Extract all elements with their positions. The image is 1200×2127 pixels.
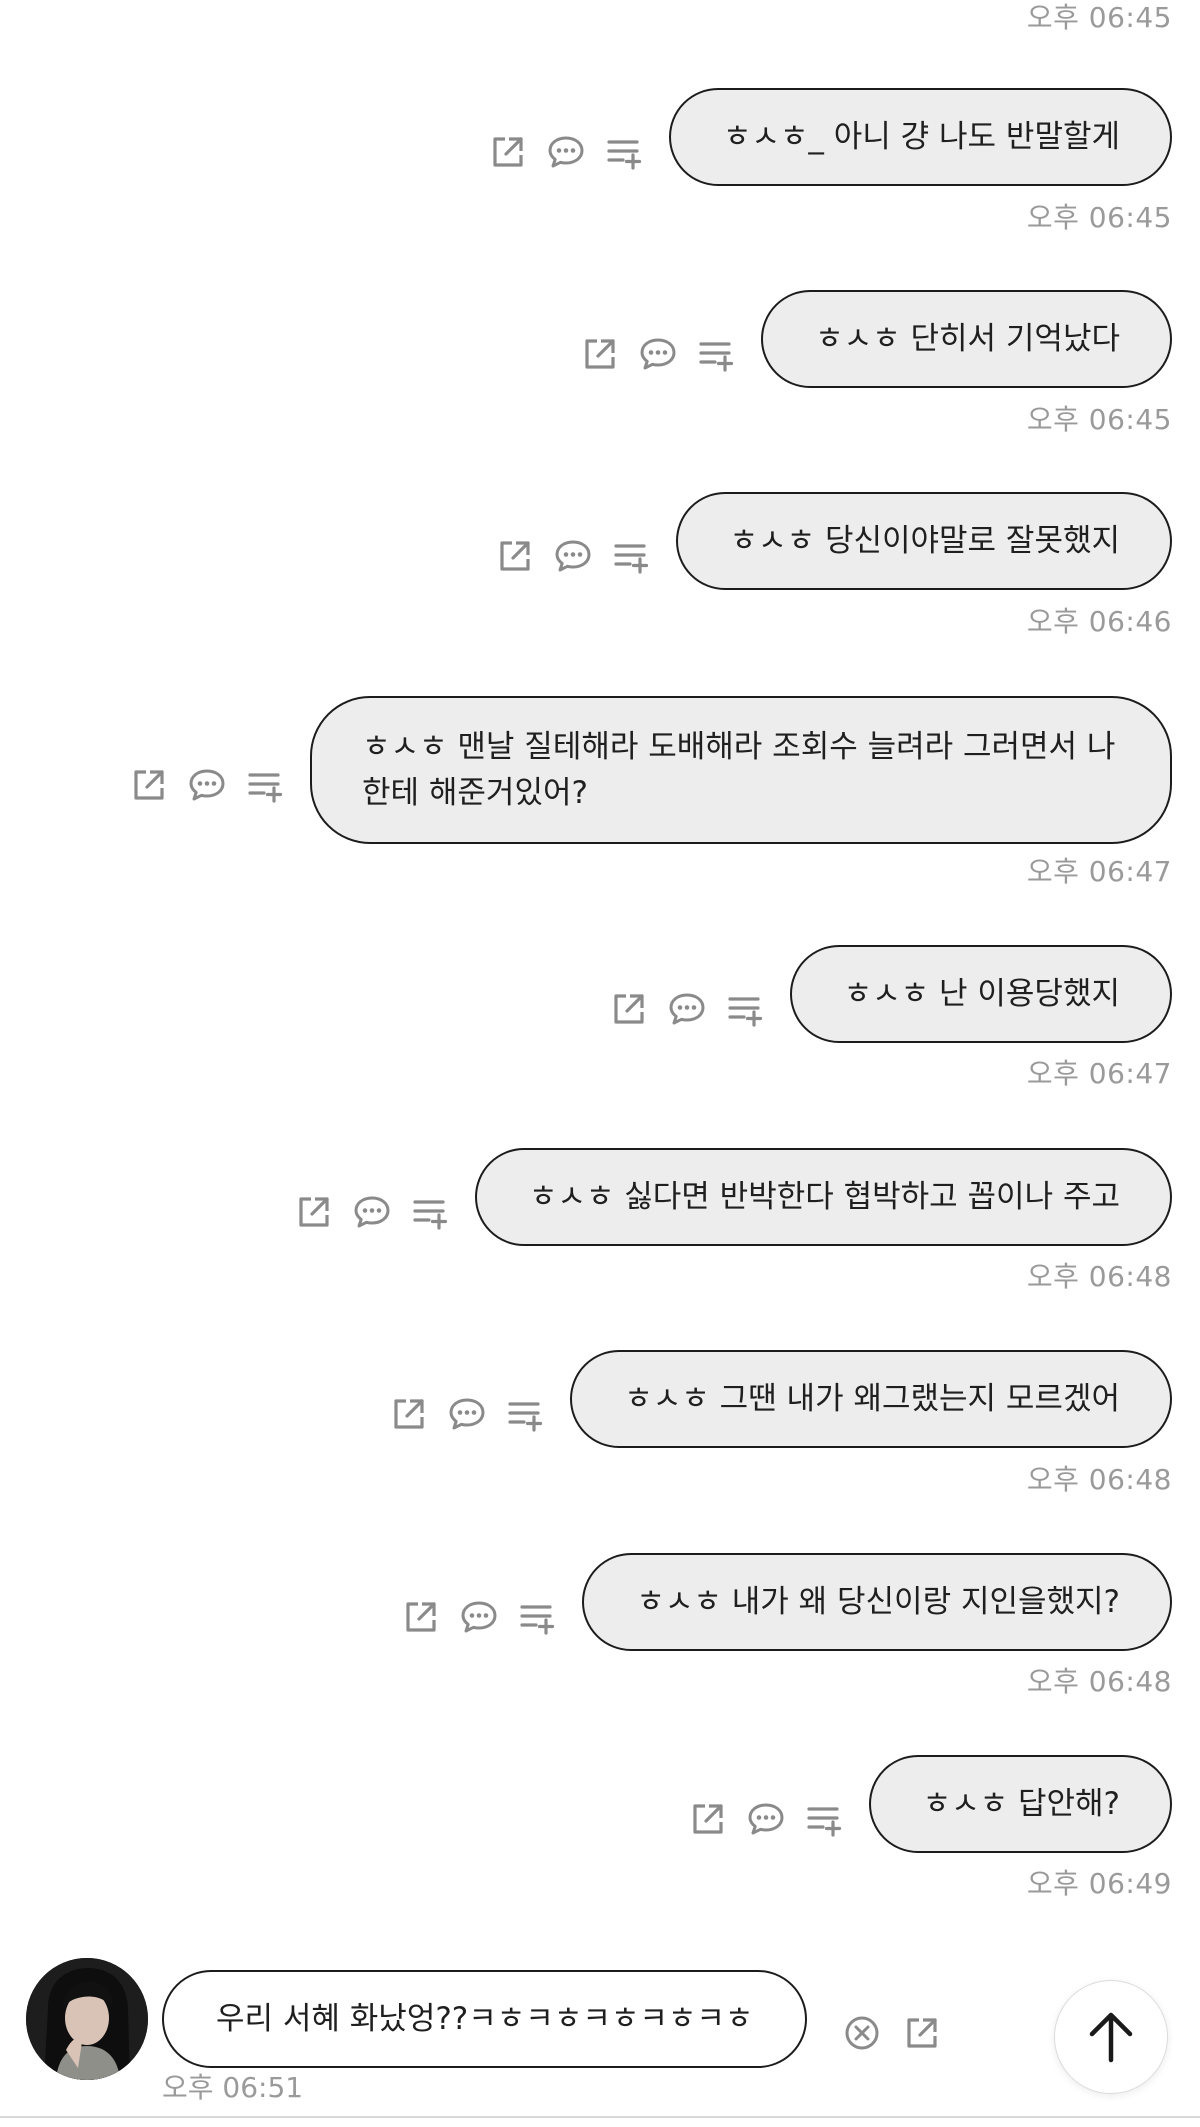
message-row: ㅎㅅㅎ 맨날 질테해라 도배해라 조회수 늘려라 그러면서 나한테 해준거있어? xyxy=(130,696,1172,844)
message-row: ㅎㅅㅎ 단히서 기억났다 xyxy=(581,290,1172,388)
share-icon[interactable] xyxy=(610,990,648,1028)
message-bubble[interactable]: ㅎㅅㅎ 당신이야말로 잘못했지 xyxy=(675,492,1172,590)
playlist-add-icon[interactable] xyxy=(411,1193,449,1231)
message-timestamp: 오후 06:45 xyxy=(1026,1,1172,34)
message-bubble[interactable]: ㅎㅅㅎ 난 이용당했지 xyxy=(789,945,1172,1043)
message-timestamp: 오후 06:48 xyxy=(1026,1665,1172,1698)
message-bubble[interactable]: ㅎㅅㅎ_ 아니 걍 나도 반말할게 xyxy=(668,88,1172,186)
playlist-add-icon[interactable] xyxy=(612,537,650,575)
speech-bubble-icon[interactable] xyxy=(353,1193,391,1231)
message-bubble[interactable]: 우리 서혜 화났엉??ㅋㅎㅋㅎㅋㅎㅋㅎㅋㅎ xyxy=(162,1970,808,2068)
message-row: ㅎㅅㅎ 그땐 내가 왜그랬는지 모르겠어 xyxy=(390,1350,1172,1448)
arrow-up-icon xyxy=(1089,2012,1133,2063)
playlist-add-icon[interactable] xyxy=(518,1598,556,1636)
message-timestamp: 오후 06:45 xyxy=(1026,201,1172,234)
message-timestamp: 오후 06:48 xyxy=(1026,1463,1172,1496)
playlist-add-icon[interactable] xyxy=(726,990,764,1028)
message-row: ㅎㅅㅎ 난 이용당했지 xyxy=(610,945,1172,1043)
speech-bubble-icon[interactable] xyxy=(460,1598,498,1636)
playlist-add-icon[interactable] xyxy=(506,1395,544,1433)
incoming-message-row: 우리 서혜 화났엉??ㅋㅎㅋㅎㅋㅎㅋㅎㅋㅎ xyxy=(26,1958,941,2080)
message-actions xyxy=(843,2014,941,2052)
message-timestamp: 오후 06:47 xyxy=(1026,1057,1172,1090)
message-actions xyxy=(295,1193,449,1231)
avatar[interactable] xyxy=(26,1958,148,2080)
share-icon[interactable] xyxy=(390,1395,428,1433)
message-actions xyxy=(402,1598,556,1636)
playlist-add-icon[interactable] xyxy=(246,766,284,804)
message-timestamp: 오후 06:51 xyxy=(162,2071,304,2104)
playlist-add-icon[interactable] xyxy=(805,1800,843,1838)
message-timestamp: 오후 06:47 xyxy=(1026,855,1172,888)
circle-x-icon[interactable] xyxy=(843,2014,881,2052)
speech-bubble-icon[interactable] xyxy=(448,1395,486,1433)
message-actions xyxy=(496,537,650,575)
share-icon[interactable] xyxy=(402,1598,440,1636)
message-actions xyxy=(689,1800,843,1838)
message-bubble[interactable]: ㅎㅅㅎ 내가 왜 당신이랑 지인을했지? xyxy=(582,1553,1172,1651)
playlist-add-icon[interactable] xyxy=(697,335,735,373)
message-bubble[interactable]: ㅎㅅㅎ 맨날 질테해라 도배해라 조회수 늘려라 그러면서 나한테 해준거있어? xyxy=(310,696,1172,844)
message-actions xyxy=(581,335,735,373)
message-row: ㅎㅅㅎ 당신이야말로 잘못했지 xyxy=(496,492,1172,590)
speech-bubble-icon[interactable] xyxy=(639,335,677,373)
message-bubble[interactable]: ㅎㅅㅎ 단히서 기억났다 xyxy=(761,290,1172,388)
message-actions xyxy=(610,990,764,1028)
speech-bubble-icon[interactable] xyxy=(188,766,226,804)
share-icon[interactable] xyxy=(689,1800,727,1838)
message-timestamp: 오후 06:48 xyxy=(1026,1260,1172,1293)
message-actions xyxy=(130,766,284,804)
divider xyxy=(0,2116,1200,2118)
scroll-to-top-button[interactable] xyxy=(1054,1980,1168,2094)
message-timestamp: 오후 06:46 xyxy=(1026,605,1172,638)
message-timestamp: 오후 06:45 xyxy=(1026,403,1172,436)
message-timestamp: 오후 06:49 xyxy=(1026,1867,1172,1900)
share-icon[interactable] xyxy=(903,2014,941,2052)
message-row: ㅎㅅㅎ_ 아니 걍 나도 반말할게 xyxy=(489,88,1172,186)
share-icon[interactable] xyxy=(581,335,619,373)
playlist-add-icon[interactable] xyxy=(605,133,643,171)
message-row: ㅎㅅㅎ 싫다면 반박한다 협박하고 꼽이나 주고 xyxy=(295,1148,1172,1246)
message-bubble[interactable]: ㅎㅅㅎ 그땐 내가 왜그랬는지 모르겠어 xyxy=(570,1350,1172,1448)
message-actions xyxy=(489,133,643,171)
message-actions xyxy=(390,1395,544,1433)
speech-bubble-icon[interactable] xyxy=(554,537,592,575)
speech-bubble-icon[interactable] xyxy=(668,990,706,1028)
message-bubble[interactable]: ㅎㅅㅎ 답안해? xyxy=(868,1755,1172,1853)
share-icon[interactable] xyxy=(130,766,168,804)
message-row: ㅎㅅㅎ 내가 왜 당신이랑 지인을했지? xyxy=(402,1553,1172,1651)
speech-bubble-icon[interactable] xyxy=(547,133,585,171)
share-icon[interactable] xyxy=(489,133,527,171)
message-row: ㅎㅅㅎ 답안해? xyxy=(689,1755,1172,1853)
message-bubble[interactable]: ㅎㅅㅎ 싫다면 반박한다 협박하고 꼽이나 주고 xyxy=(474,1148,1172,1246)
share-icon[interactable] xyxy=(295,1193,333,1231)
speech-bubble-icon[interactable] xyxy=(747,1800,785,1838)
share-icon[interactable] xyxy=(496,537,534,575)
